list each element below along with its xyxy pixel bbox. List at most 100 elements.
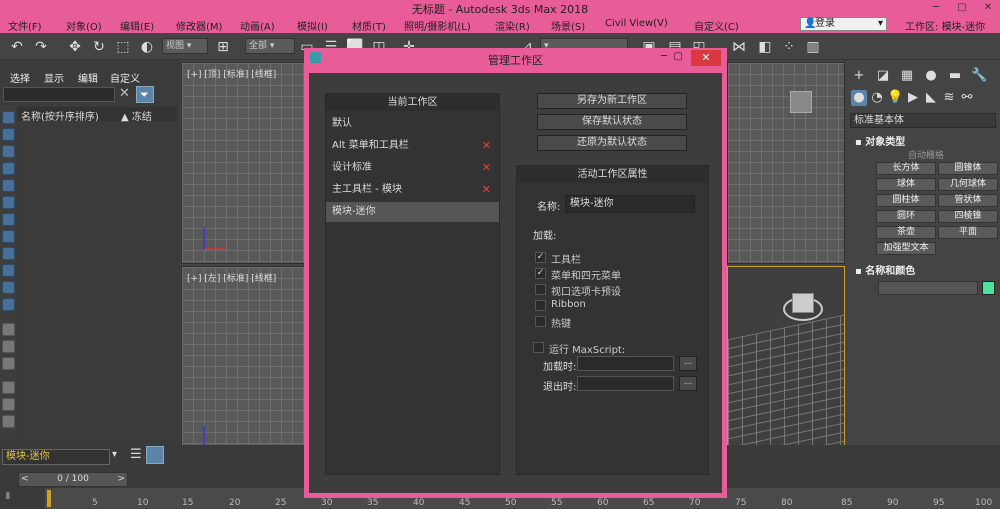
menu-modifiers[interactable]: 修改器(M) [176,18,222,33]
run-maxscript-checkbox[interactable] [533,342,544,353]
delete-icon[interactable]: ✕ [482,158,491,178]
display-all-icon[interactable] [2,323,15,336]
workspace-item-mini[interactable]: 模块-迷你 [326,202,499,222]
viewport-perspective[interactable] [727,266,845,465]
close-button[interactable]: ✕ [976,0,1000,16]
object-name-input[interactable] [878,281,978,295]
viewport-top-label[interactable]: [+] [顶] [标准] [线框] [187,67,276,80]
menu-simulate[interactable]: 模拟(I) [297,18,328,33]
hotkeys-checkbox[interactable] [535,316,546,327]
workspace-item-design-standard[interactable]: 设计标准 ✕ [326,158,499,178]
align-icon[interactable]: ⁘ [780,38,798,56]
menu-file[interactable]: 文件(F) [8,18,42,33]
object-type-header[interactable]: ▪ 对象类型 [855,133,905,148]
login-dropdown[interactable]: 👤 登录 ▾ [800,17,887,31]
dialog-close-button[interactable]: ✕ [691,50,721,66]
max-icon[interactable]: ⋈ [730,38,748,56]
cone-button[interactable]: 圆锥体 [938,162,998,175]
scale-icon[interactable]: ⬚ [114,38,132,56]
display-invert-icon[interactable] [2,357,15,370]
toolbar-checkbox[interactable]: ✓ [535,252,546,263]
workspace-name-field[interactable]: 模块-迷你 [565,195,695,213]
helpers-icon[interactable]: ◣ [923,90,939,106]
display-frozen-icon[interactable] [2,281,15,294]
time-cursor[interactable] [47,490,51,507]
viewport-left[interactable]: [+] [左] [标准] [线框] [181,266,306,465]
plane-button[interactable]: 平面 [938,226,998,239]
funnel-icon[interactable] [2,381,15,394]
viewport-presets-checkbox[interactable] [535,284,546,295]
explorer-search-input[interactable] [3,87,115,102]
viewport-top[interactable]: [+] [顶] [标准] [线框] [181,62,306,264]
menu-civil-view[interactable]: Civil View(V) [605,18,668,29]
delete-icon[interactable]: ✕ [482,136,491,156]
prev-frame-icon[interactable]: < [21,473,29,486]
display-lights-icon[interactable] [2,145,15,158]
pyramid-button[interactable]: 四棱锥 [938,210,998,223]
filter-icon[interactable]: ⏷ [136,86,154,103]
lights-icon[interactable]: 💡 [887,90,903,106]
menus-checkbox[interactable]: ✓ [535,268,546,279]
menu-animation[interactable]: 动画(A) [240,18,275,33]
textplus-button[interactable]: 加强型文本 [876,242,936,255]
motion-tab-icon[interactable]: ● [923,68,939,84]
restore-default-button[interactable]: 还原为默认状态 [537,135,687,151]
redo-icon[interactable]: ↷ [32,38,50,56]
explorer-tab-customize[interactable]: 自定义 [110,70,140,85]
dialog-minimize-button[interactable]: ─ [661,51,667,62]
sphere-button[interactable]: 球体 [876,178,936,191]
modify-tab-icon[interactable]: ◪ [875,68,891,84]
explorer-tab-edit[interactable]: 编辑 [78,70,98,85]
box-button[interactable]: 长方体 [876,162,936,175]
display-shapes-icon[interactable] [2,128,15,141]
object-color-swatch[interactable] [982,281,995,295]
display-spacewarps-icon[interactable] [2,196,15,209]
time-slider[interactable]: < 0 / 100 > [18,472,128,487]
clear-search-icon[interactable]: ✕ [119,86,130,101]
viewcube-icon[interactable] [790,91,812,113]
workspace-dropdown-icon[interactable]: ▾ [112,449,117,460]
move-icon[interactable]: ✥ [66,38,84,56]
selection-filter-dropdown[interactable]: 全部 ▾ [245,38,295,54]
create-tab-icon[interactable]: + [851,68,867,84]
display-none-icon[interactable] [2,340,15,353]
layer-icon[interactable]: ▥ [804,38,822,56]
menu-render[interactable]: 渲染(R) [495,18,530,33]
filter-alt-icon[interactable] [2,398,15,411]
explorer-tab-display[interactable]: 显示 [44,70,64,85]
delete-icon[interactable]: ✕ [482,180,491,200]
layers-icon[interactable]: ☰ [130,447,142,462]
workspace-item-main-toolbar[interactable]: 主工具栏 - 模块 ✕ [326,180,499,200]
geosphere-button[interactable]: 几何球体 [938,178,998,191]
workspace-select[interactable]: 模块-迷你 [2,449,110,465]
save-as-new-button[interactable]: 另存为新工作区 [537,93,687,109]
menu-lighting-camera[interactable]: 照明/摄影机(L) [404,18,471,33]
column-freeze[interactable]: ▲ 冻结 [121,108,152,123]
workspace-value[interactable]: 模块-迷你 [942,22,986,33]
hierarchy-tab-icon[interactable]: ▦ [899,68,915,84]
display-containers-icon[interactable] [2,264,15,277]
display-hidden-icon[interactable] [2,298,15,311]
display-helpers-icon[interactable] [2,179,15,192]
on-exit-script-input[interactable] [577,376,674,391]
display-tab-icon[interactable]: ▬ [947,68,963,84]
viewport-left-label[interactable]: [+] [左] [标准] [线框] [187,271,276,284]
workspace-item-default[interactable]: 默认 [326,114,499,134]
column-name[interactable]: 名称(按升序排序) [21,108,99,123]
undo-icon[interactable]: ↶ [8,38,26,56]
menu-object[interactable]: 对象(O) [66,18,102,33]
cameras-icon[interactable]: ▶ [905,90,921,106]
menu-customize[interactable]: 自定义(C) [694,18,739,33]
next-frame-icon[interactable]: > [117,473,125,486]
placement-icon[interactable]: ◐ [138,38,156,56]
torus-button[interactable]: 圆环 [876,210,936,223]
reference-coord-dropdown[interactable]: 视图 ▾ [162,38,208,54]
explorer-tab-select[interactable]: 选择 [10,70,30,85]
systems-icon[interactable]: ⚯ [959,90,975,106]
save-default-button[interactable]: 保存默认状态 [537,114,687,130]
track-bar-icon[interactable]: ⫴ [6,492,10,502]
viewport-front[interactable] [727,62,845,264]
cylinder-button[interactable]: 圆柱体 [876,194,936,207]
display-bones-icon[interactable] [2,247,15,260]
display-xrefs-icon[interactable] [2,230,15,243]
